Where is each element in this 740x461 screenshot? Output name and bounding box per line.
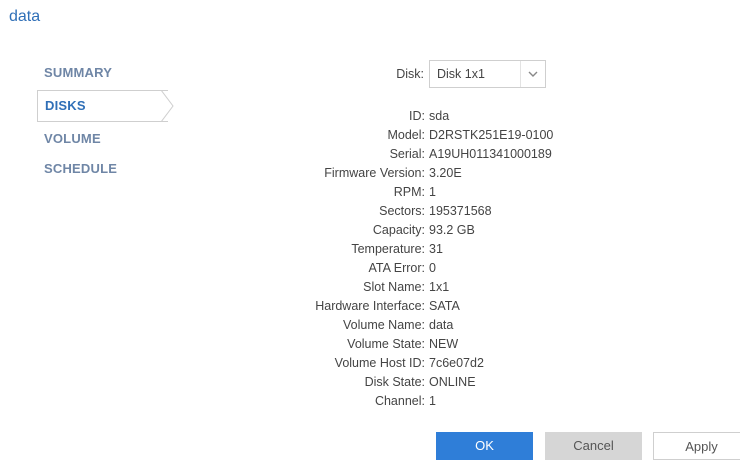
detail-value: 3.20E — [429, 166, 462, 180]
disk-select-value: Disk 1x1 — [437, 67, 485, 81]
detail-value: D2RSTK251E19-0100 — [429, 128, 554, 142]
apply-button[interactable]: Apply — [653, 432, 740, 460]
nav-item-volume-schedule[interactable]: VOLUME SCHEDULE — [37, 124, 177, 176]
detail-label: Slot Name: — [363, 280, 425, 294]
detail-label: Volume Name: — [343, 318, 425, 332]
detail-value: SATA — [429, 299, 460, 313]
detail-value: 1 — [429, 185, 436, 199]
ok-button[interactable]: OK — [436, 432, 533, 460]
detail-label: Hardware Interface: — [315, 299, 425, 313]
detail-label: Volume State: — [347, 337, 425, 351]
active-tab-arrow-icon — [161, 90, 174, 122]
detail-value: 31 — [429, 242, 443, 256]
detail-value: 0 — [429, 261, 436, 275]
detail-value: ONLINE — [429, 375, 476, 389]
detail-label: RPM: — [393, 185, 425, 199]
nav-item-summary[interactable]: SUMMARY — [37, 58, 177, 88]
chevron-down-icon — [520, 61, 545, 87]
detail-label: ATA Error: — [368, 261, 426, 275]
detail-value: NEW — [429, 337, 459, 351]
detail-label: ID: — [409, 109, 425, 123]
nav-item-disks-label: DISKS — [45, 98, 86, 113]
side-nav: SUMMARY DISKS VOLUME SCHEDULE — [37, 58, 177, 176]
dialog-title: data — [9, 8, 41, 25]
detail-value: data — [429, 318, 454, 332]
detail-value: A19UH011341000189 — [429, 147, 552, 161]
cancel-button[interactable]: Cancel — [545, 432, 642, 460]
detail-value: sda — [429, 109, 450, 123]
disk-select[interactable]: Disk 1x1 — [429, 60, 546, 88]
nav-item-disks[interactable]: DISKS — [37, 90, 174, 122]
detail-label: Disk State: — [364, 375, 425, 389]
detail-value: 1x1 — [429, 280, 450, 294]
detail-value: 1 — [429, 394, 436, 408]
detail-label: Firmware Version: — [324, 166, 425, 180]
detail-label: Sectors: — [379, 204, 425, 218]
detail-value: 93.2 GB — [429, 223, 475, 237]
detail-label: Temperature: — [351, 242, 425, 256]
disk-select-label: Disk: — [396, 67, 424, 81]
detail-label: Volume Host ID: — [334, 356, 425, 370]
detail-label: Capacity: — [372, 223, 425, 237]
detail-value: 195371568 — [429, 204, 492, 218]
detail-label: Channel: — [374, 394, 425, 408]
detail-label: Serial: — [389, 147, 425, 161]
detail-label: Model: — [387, 128, 425, 142]
detail-value: 7c6e07d2 — [429, 356, 484, 370]
